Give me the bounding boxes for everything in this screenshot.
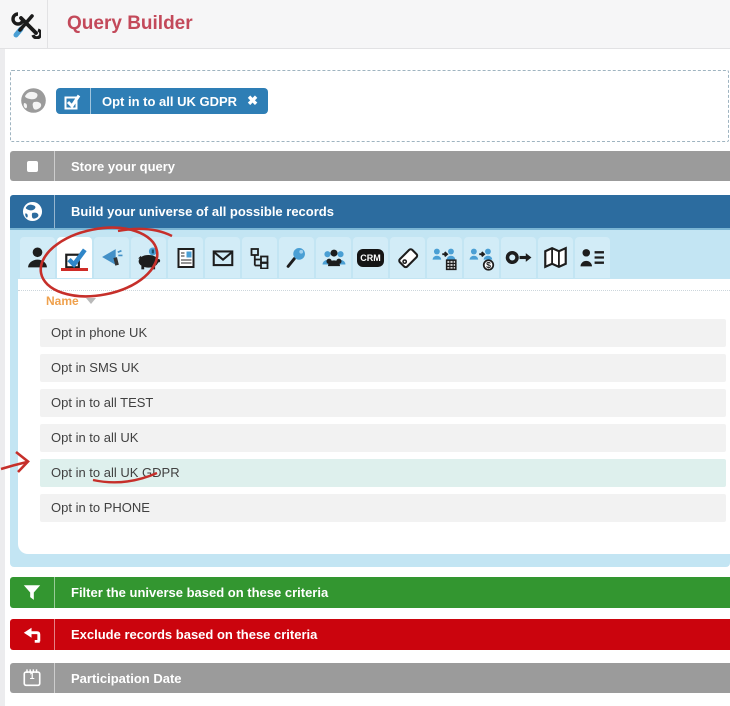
svg-text:$: $ [486, 260, 491, 270]
tab-person-list[interactable] [575, 237, 610, 278]
list-item[interactable]: Opt in SMS UK [40, 354, 726, 382]
section-exclude-criteria[interactable]: Exclude records based on these criteria [10, 619, 730, 650]
section-participation-label: Participation Date [71, 670, 182, 686]
square-icon [10, 151, 55, 181]
universe-panel: CRM $ Name Opt in phone UK Opt in SMS UK… [10, 228, 730, 567]
tab-megaphone[interactable] [94, 237, 129, 278]
audience-group-icon [322, 249, 345, 266]
search-icon [286, 247, 305, 268]
person-list-icon [580, 249, 604, 267]
column-header-label: Name [46, 294, 79, 308]
tools-wrench-screwdriver-icon [11, 9, 43, 40]
tab-person-to-money[interactable]: $ [464, 237, 499, 278]
chip-label: Opt in to all UK GDPR [102, 93, 238, 109]
exclude-undo-arrow-icon [10, 619, 55, 650]
tab-hierarchy[interactable] [242, 237, 277, 278]
tab-map[interactable] [538, 237, 573, 278]
globe-icon [20, 87, 47, 114]
tab-form[interactable] [168, 237, 203, 278]
record-type-tabs: CRM $ [20, 237, 610, 278]
tab-person[interactable] [20, 237, 55, 278]
section-filter-criteria[interactable]: Filter the universe based on these crite… [10, 577, 730, 608]
section-store-query[interactable]: Store your query [10, 151, 730, 181]
selected-query-chip[interactable]: Opt in to all UK GDPR ✖ [56, 88, 268, 114]
query-list-panel: Name Opt in phone UK Opt in SMS UK Opt i… [18, 279, 730, 554]
megaphone-icon [102, 249, 123, 266]
tab-opt-in-checkbox[interactable] [57, 237, 92, 278]
person-icon [28, 247, 47, 268]
page-left-edge [0, 0, 5, 706]
tab-person-to-table[interactable] [427, 237, 462, 278]
section-build-label: Build your universe of all possible reco… [71, 204, 334, 219]
chip-remove-icon[interactable]: ✖ [245, 93, 268, 109]
calendar-day-number: 1 [29, 671, 35, 681]
calendar-icon: 1 [10, 663, 55, 693]
list-item[interactable]: Opt in to all UK [40, 424, 726, 452]
tab-envelope[interactable] [205, 237, 240, 278]
filter-funnel-icon [10, 577, 55, 608]
tab-tag[interactable] [390, 237, 425, 278]
map-icon [544, 246, 567, 269]
list-item[interactable]: Opt in phone UK [40, 319, 726, 347]
sort-arrow-icon[interactable] [85, 298, 96, 304]
section-exclude-label: Exclude records based on these criteria [71, 627, 318, 642]
query-builder-app: Query Builder Opt in to all UK GDPR ✖ St… [0, 0, 730, 706]
section-store-label: Store your query [71, 158, 176, 174]
tab-circle-arrow[interactable] [501, 237, 536, 278]
checkbox-check-icon [64, 93, 81, 110]
list-item[interactable]: Opt in to PHONE [40, 494, 726, 522]
section-filter-label: Filter the universe based on these crite… [71, 585, 329, 600]
person-to-money-icon: $ [469, 248, 494, 271]
piggy-bank-icon [137, 247, 160, 269]
tag-icon [397, 247, 418, 268]
tab-piggy-bank[interactable] [131, 237, 166, 278]
crm-badge-icon: CRM [357, 248, 384, 267]
circle-arrow-icon [505, 250, 532, 265]
tab-crm[interactable]: CRM [353, 237, 388, 278]
hierarchy-icon [250, 247, 268, 269]
active-tab-underline [61, 268, 88, 271]
list-item[interactable]: Opt in to all TEST [40, 389, 726, 417]
query-rows: Opt in phone UK Opt in SMS UK Opt in to … [40, 319, 726, 529]
person-to-table-icon [432, 248, 457, 270]
page-title: Query Builder [67, 13, 193, 34]
column-header-name[interactable]: Name [46, 294, 96, 308]
section-build-universe[interactable]: Build your universe of all possible reco… [10, 195, 730, 228]
header-divider [47, 0, 48, 48]
form-icon [177, 247, 194, 268]
tab-search[interactable] [279, 237, 314, 278]
section-participation-date[interactable]: 1 Participation Date [10, 663, 730, 693]
header-dotted-separator [18, 290, 730, 291]
opt-in-checkbox-icon [64, 247, 87, 268]
envelope-icon [212, 249, 233, 266]
list-item-selected[interactable]: Opt in to all UK GDPR [40, 459, 726, 487]
tab-audience-group[interactable] [316, 237, 351, 278]
globe-white-icon [10, 195, 55, 228]
